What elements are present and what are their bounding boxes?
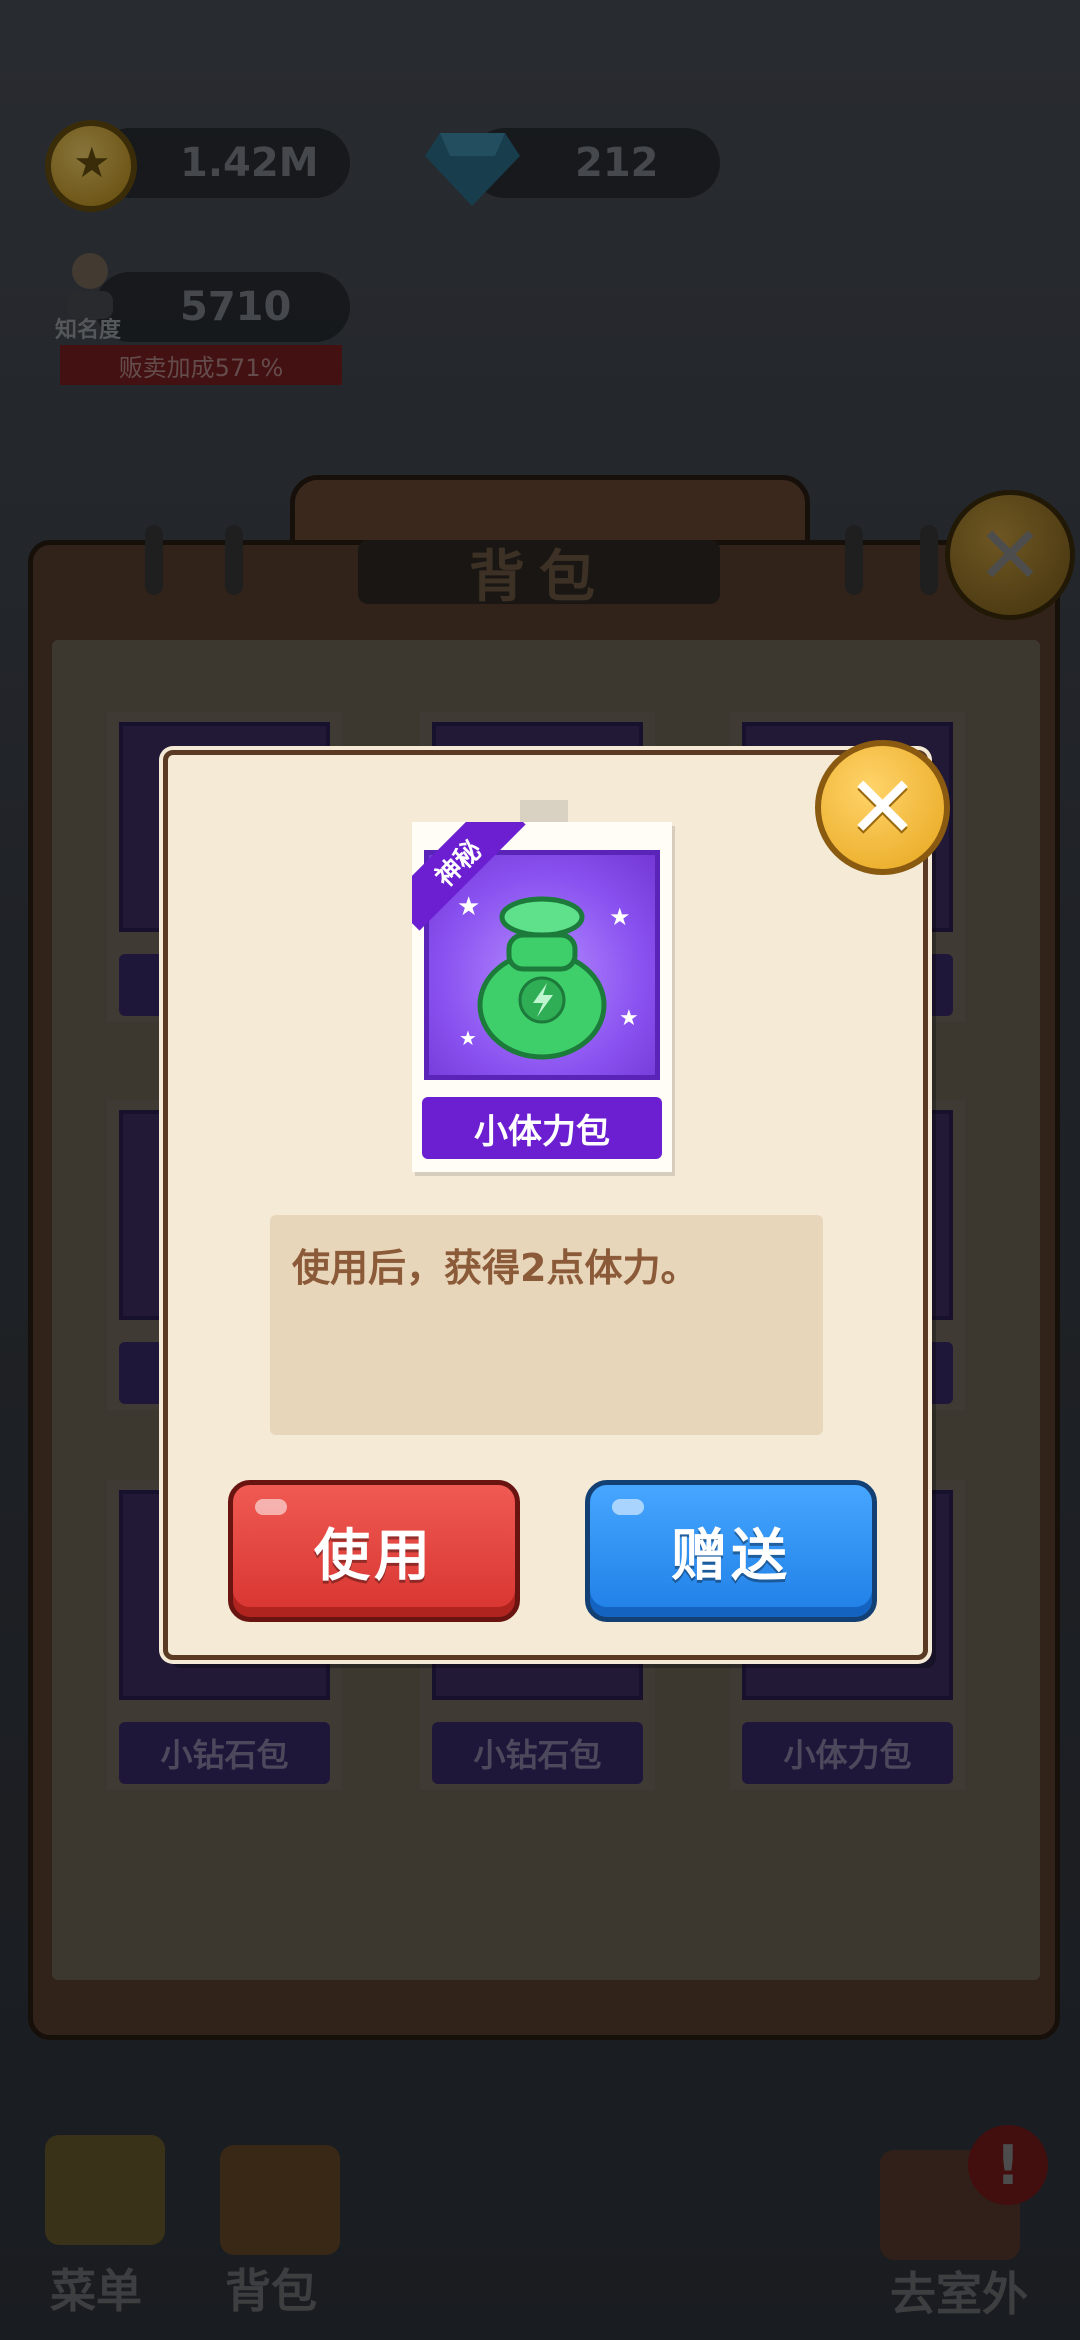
svg-text:★: ★: [609, 903, 631, 931]
close-icon: ✕: [846, 757, 919, 858]
item-description-box: 使用后，获得2点体力。: [270, 1215, 823, 1435]
item-name: 小体力包: [422, 1097, 662, 1159]
use-button-label: 使用: [314, 1523, 434, 1589]
svg-text:★: ★: [459, 1026, 477, 1050]
gift-button[interactable]: 赠送: [585, 1480, 877, 1622]
svg-text:★: ★: [619, 1006, 639, 1031]
item-description: 使用后，获得2点体力。: [292, 1246, 699, 1290]
use-button[interactable]: 使用: [228, 1480, 520, 1622]
rarity-badge: 神秘: [412, 822, 526, 931]
dialog-close-button[interactable]: ✕: [815, 740, 950, 875]
gift-button-label: 赠送: [671, 1523, 791, 1589]
badge-clip: 神秘: [412, 822, 532, 942]
